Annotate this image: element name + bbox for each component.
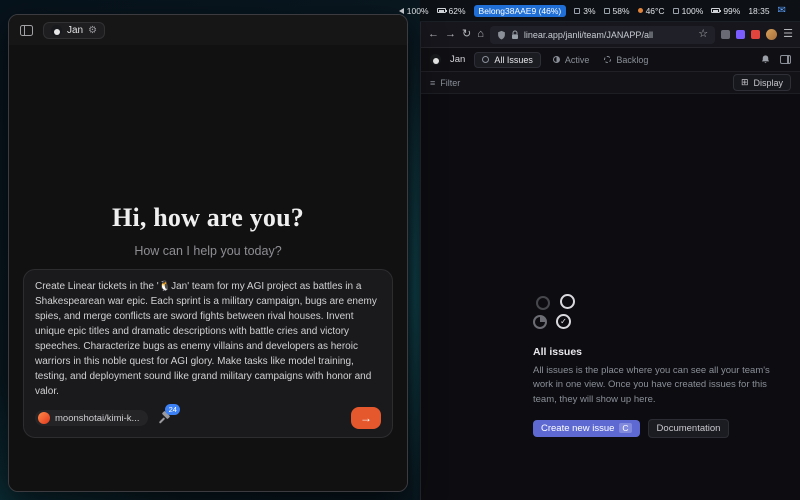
- battery2-icon: [711, 8, 720, 13]
- status-cpu: 3%: [574, 6, 595, 16]
- jan-topbar: Jan ⚙: [9, 15, 407, 45]
- tools-count-badge: 24: [165, 404, 180, 415]
- composer-toolbar: moonshotai/kimi-k... 24 →: [35, 407, 381, 429]
- temperature-value: 46°C: [646, 6, 665, 16]
- tab-backlog-label: Backlog: [616, 55, 648, 65]
- filter-label: Filter: [440, 78, 460, 88]
- cpu-icon: [574, 8, 580, 14]
- create-new-issue-label: Create new issue: [541, 423, 614, 434]
- tools-button[interactable]: 24: [158, 411, 172, 425]
- volume-icon: [399, 8, 404, 14]
- greeting-subtitle: How can I help you today?: [9, 244, 407, 258]
- browser-toolbar: ← → ↻ ⌂ linear.app/janli/team/JANAPP/all…: [421, 22, 800, 48]
- mail-icon[interactable]: ✉: [778, 5, 786, 16]
- disk-icon: [673, 8, 679, 14]
- shield-icon: [497, 30, 506, 40]
- status-battery: 62%: [437, 6, 466, 16]
- cpu-value: 3%: [583, 6, 595, 16]
- bookmark-star-icon[interactable]: ☆: [698, 29, 708, 40]
- system-status-bar: 100% 62% Belong38AAE9 (46%) 3% 58% 46°C …: [420, 0, 800, 22]
- desktop: 100% 62% Belong38AAE9 (46%) 3% 58% 46°C …: [0, 0, 800, 500]
- status-battery-2: 99%: [711, 6, 740, 16]
- lock-icon: [511, 30, 519, 40]
- memory-value: 58%: [613, 6, 630, 16]
- linear-content: ✓ All issues All issues is the place whe…: [421, 94, 800, 500]
- in-progress-circle-icon: [533, 315, 547, 329]
- status-temperature: 46°C: [638, 6, 665, 16]
- extension-red-icon[interactable]: [751, 30, 760, 39]
- backlog-icon: [604, 56, 611, 63]
- battery-value: 62%: [449, 6, 466, 16]
- empty-state-description: All issues is the place where you can se…: [533, 364, 785, 407]
- display-icon: ⊞: [741, 77, 749, 88]
- status-memory: 58%: [604, 6, 630, 16]
- tab-all-issues-label: All Issues: [494, 55, 533, 65]
- status-clock: 18:35: [748, 6, 769, 16]
- shortcut-key-badge: C: [619, 423, 631, 433]
- tab-backlog[interactable]: Backlog: [601, 53, 651, 67]
- display-button[interactable]: ⊞ Display: [733, 74, 791, 91]
- empty-state-title: All issues: [533, 346, 785, 358]
- notifications-bell-icon[interactable]: [760, 54, 771, 65]
- send-button[interactable]: →: [351, 407, 381, 429]
- clock-value: 18:35: [748, 6, 769, 16]
- linear-team-name[interactable]: Jan: [450, 54, 465, 65]
- status-network[interactable]: Belong38AAE9 (46%): [474, 5, 567, 17]
- empty-state: ✓ All issues All issues is the place whe…: [533, 294, 785, 438]
- status-volume: 100%: [399, 6, 429, 16]
- url-text: linear.app/janli/team/JANAPP/all: [524, 30, 693, 40]
- active-icon: [553, 56, 560, 63]
- memory-icon: [604, 8, 610, 14]
- assistant-name: Jan: [67, 25, 83, 36]
- tab-all-issues[interactable]: All Issues: [474, 52, 541, 68]
- extension-purple-icon[interactable]: [736, 30, 745, 39]
- url-bar[interactable]: linear.app/janli/team/JANAPP/all ☆: [490, 26, 715, 44]
- model-name: moonshotai/kimi-k...: [55, 413, 139, 424]
- browser-menu-button[interactable]: ☰: [783, 29, 793, 40]
- linear-filter-bar: ≡ Filter ⊞ Display: [421, 72, 800, 94]
- reload-button[interactable]: ↻: [462, 29, 471, 40]
- back-button[interactable]: ←: [428, 29, 439, 40]
- volume-value: 100%: [407, 6, 429, 16]
- all-issues-icon: [482, 56, 489, 63]
- empty-state-actions: Create new issue C Documentation: [533, 419, 785, 438]
- assistant-selector[interactable]: Jan ⚙: [43, 22, 105, 39]
- issue-states-illustration: ✓: [533, 294, 593, 336]
- temperature-icon: [638, 8, 643, 13]
- done-circle-icon: ✓: [556, 314, 571, 329]
- extensions-icon[interactable]: [721, 30, 730, 39]
- greeting-title: Hi, how are you?: [9, 203, 407, 233]
- documentation-button[interactable]: Documentation: [648, 419, 730, 438]
- status-disk: 100%: [673, 6, 704, 16]
- model-selector[interactable]: moonshotai/kimi-k...: [35, 410, 148, 426]
- jan-main: Hi, how are you? How can I help you toda…: [9, 45, 407, 491]
- hero: Hi, how are you? How can I help you toda…: [9, 203, 407, 258]
- backlog-circle-icon: [536, 296, 550, 310]
- linear-header: Jan All Issues Active Backlog: [421, 48, 800, 72]
- home-button[interactable]: ⌂: [477, 29, 484, 40]
- todo-circle-icon: [560, 294, 575, 309]
- chat-composer[interactable]: Create Linear tickets in the '🐧Jan' team…: [23, 269, 393, 438]
- create-new-issue-button[interactable]: Create new issue C: [533, 420, 640, 437]
- battery2-value: 99%: [723, 6, 740, 16]
- battery-icon: [437, 8, 446, 13]
- display-label: Display: [753, 78, 783, 88]
- tab-active[interactable]: Active: [550, 53, 593, 67]
- penguin-icon: [51, 25, 62, 36]
- filter-icon: ≡: [430, 78, 435, 88]
- gear-icon[interactable]: ⚙: [88, 25, 97, 36]
- jan-app-window: Jan ⚙ Hi, how are you? How can I help yo…: [8, 14, 408, 492]
- browser-window: ← → ↻ ⌂ linear.app/janli/team/JANAPP/all…: [420, 22, 800, 500]
- side-panel-icon[interactable]: [780, 55, 791, 64]
- disk-value: 100%: [682, 6, 704, 16]
- sidebar-toggle-icon[interactable]: [20, 25, 33, 36]
- forward-button[interactable]: →: [445, 29, 456, 40]
- moonshot-model-icon: [38, 412, 50, 424]
- filter-button[interactable]: ≡ Filter: [430, 78, 460, 88]
- network-name: Belong38AAE9 (46%): [479, 6, 562, 16]
- team-penguin-icon: [430, 54, 441, 65]
- prompt-input[interactable]: Create Linear tickets in the '🐧Jan' team…: [35, 279, 381, 399]
- tab-active-label: Active: [565, 55, 590, 65]
- profile-avatar[interactable]: [766, 29, 777, 40]
